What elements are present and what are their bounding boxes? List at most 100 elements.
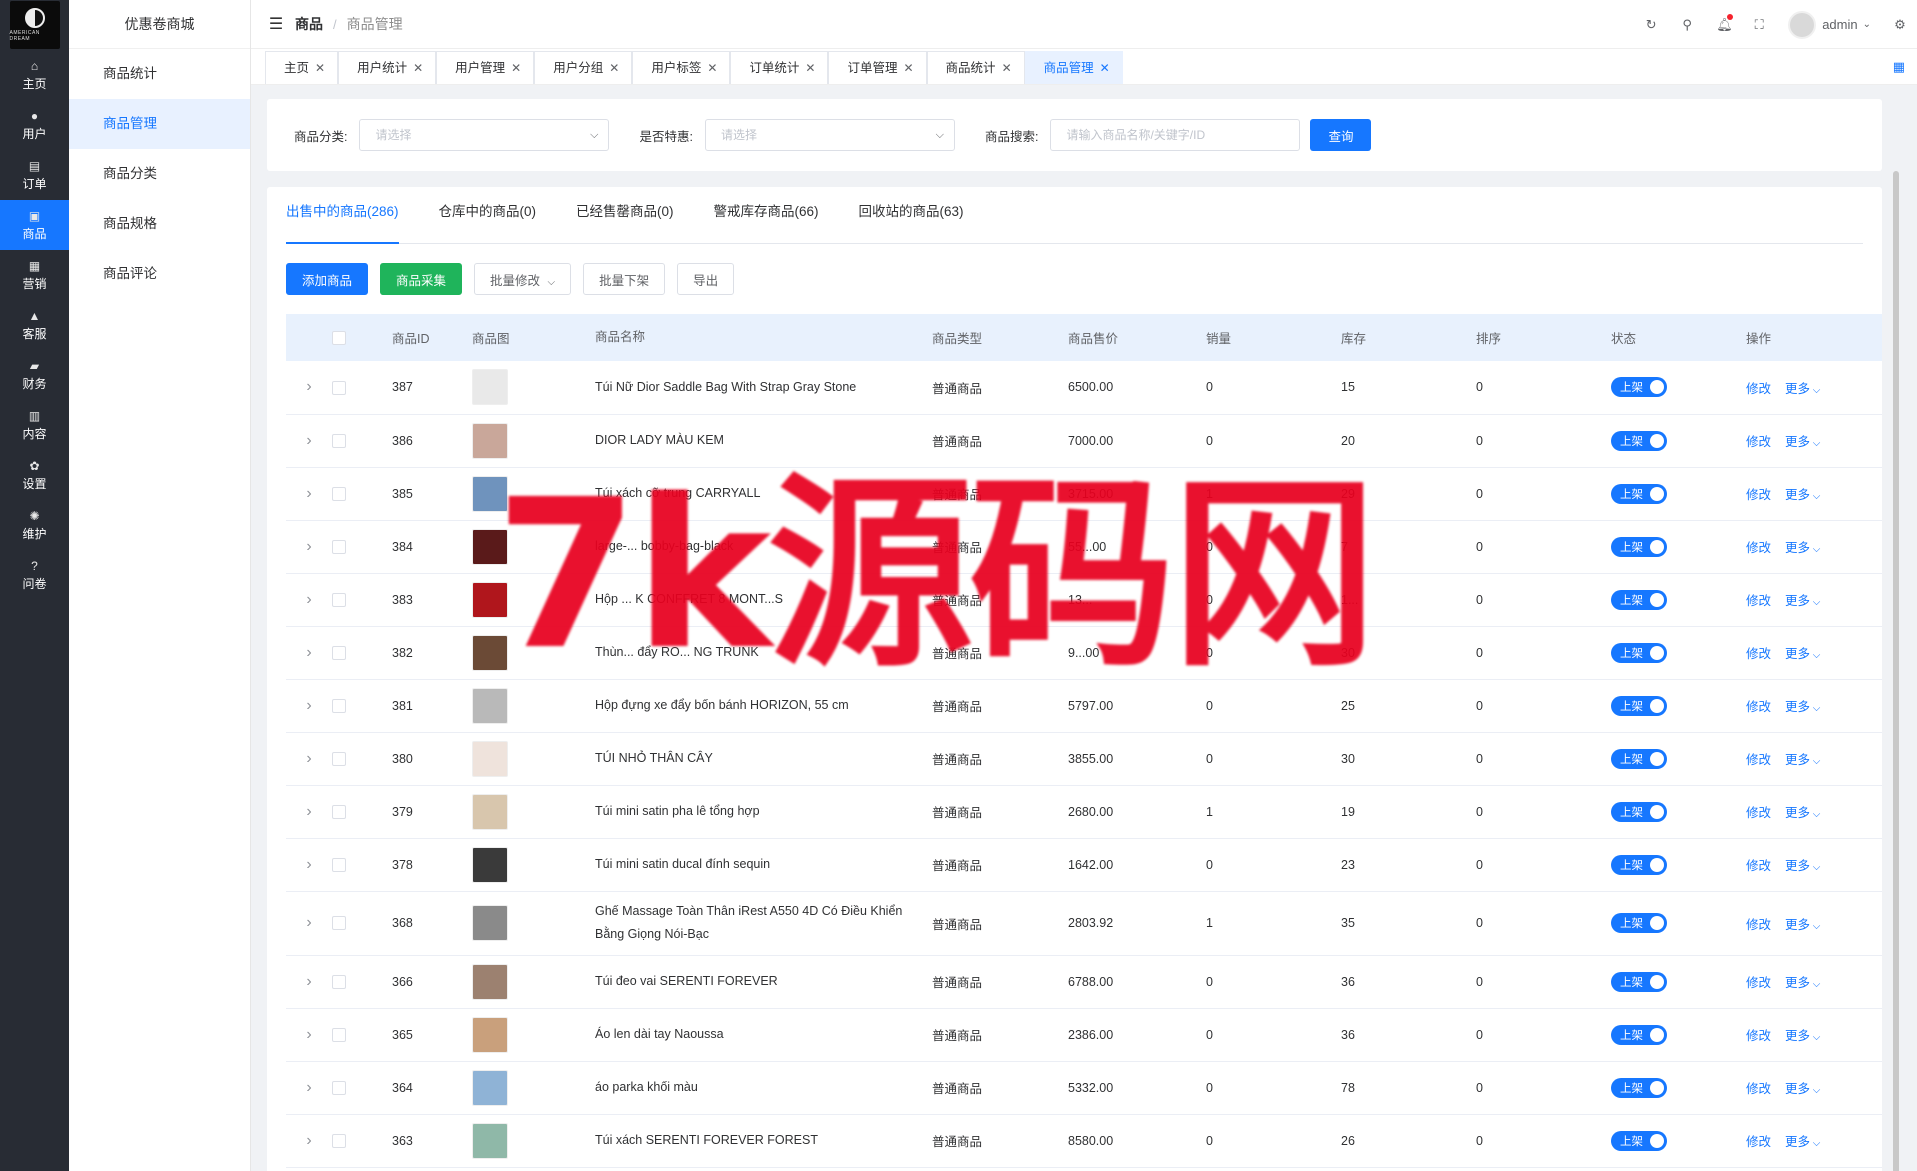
row-checkbox[interactable] xyxy=(332,1080,346,1095)
export-button[interactable]: 导出 xyxy=(677,263,735,295)
product-thumbnail[interactable] xyxy=(472,475,508,512)
more-dropdown[interactable]: 更多 ⌵ xyxy=(1785,700,1820,714)
batch-off-shelf-button[interactable]: 批量下架 xyxy=(583,263,666,295)
more-dropdown[interactable]: 更多 ⌵ xyxy=(1785,488,1820,502)
expand-chevron-icon[interactable]: › xyxy=(306,378,311,395)
page-tab[interactable]: 用户分组 ✕ xyxy=(534,51,633,84)
expand-chevron-icon[interactable]: › xyxy=(306,750,311,767)
on-shelf-toggle[interactable]: 上架 xyxy=(1611,483,1667,504)
row-checkbox[interactable] xyxy=(332,857,346,872)
sidebar-item[interactable]: 商品分类 xyxy=(69,149,250,199)
rail-item-home[interactable]: ⌂ 主页 xyxy=(0,50,69,100)
row-checkbox[interactable] xyxy=(332,751,346,766)
expand-chevron-icon[interactable]: › xyxy=(306,803,311,820)
more-dropdown[interactable]: 更多 ⌵ xyxy=(1785,435,1820,449)
row-checkbox[interactable] xyxy=(332,1133,346,1148)
app-logo[interactable]: AMERICAN DREAM xyxy=(9,0,60,50)
page-tab[interactable]: 订单统计 ✕ xyxy=(730,51,829,84)
row-checkbox[interactable] xyxy=(332,916,346,931)
product-thumbnail[interactable] xyxy=(472,740,508,777)
on-shelf-toggle[interactable]: 上架 xyxy=(1611,1024,1667,1045)
on-shelf-toggle[interactable]: 上架 xyxy=(1611,854,1667,875)
product-thumbnail[interactable] xyxy=(472,528,508,565)
more-dropdown[interactable]: 更多 ⌵ xyxy=(1785,1029,1820,1043)
status-tab[interactable]: 已经售罄商品(0) xyxy=(576,186,674,243)
more-dropdown[interactable]: 更多 ⌵ xyxy=(1785,806,1820,820)
rail-item-product[interactable]: ▣ 商品 xyxy=(0,200,69,250)
product-thumbnail[interactable] xyxy=(472,422,508,459)
expand-chevron-icon[interactable]: › xyxy=(306,856,311,873)
edit-link[interactable]: 修改 xyxy=(1746,918,1771,932)
row-checkbox[interactable] xyxy=(332,539,346,554)
expand-chevron-icon[interactable]: › xyxy=(306,697,311,714)
on-shelf-toggle[interactable]: 上架 xyxy=(1611,642,1667,663)
more-dropdown[interactable]: 更多 ⌵ xyxy=(1785,753,1820,767)
edit-link[interactable]: 修改 xyxy=(1746,806,1771,820)
query-button[interactable]: 查询 xyxy=(1310,119,1372,151)
page-tab[interactable]: 用户标签 ✕ xyxy=(632,51,731,84)
batch-edit-button[interactable]: 批量修改 ⌵ xyxy=(474,263,572,295)
more-dropdown[interactable]: 更多 ⌵ xyxy=(1785,382,1820,396)
row-checkbox[interactable] xyxy=(332,433,346,448)
sidebar-item[interactable]: 商品评论 xyxy=(69,249,250,299)
edit-link[interactable]: 修改 xyxy=(1746,1029,1771,1043)
close-icon[interactable]: ✕ xyxy=(805,61,815,75)
row-checkbox[interactable] xyxy=(332,1027,346,1042)
on-shelf-toggle[interactable]: 上架 xyxy=(1611,913,1667,933)
edit-link[interactable]: 修改 xyxy=(1746,1082,1771,1096)
edit-link[interactable]: 修改 xyxy=(1746,976,1771,990)
product-thumbnail[interactable] xyxy=(472,1016,508,1053)
edit-link[interactable]: 修改 xyxy=(1746,647,1771,661)
rail-item-content[interactable]: ▥ 内容 xyxy=(0,400,69,450)
refresh-icon[interactable]: ↻ xyxy=(1644,17,1658,33)
product-thumbnail[interactable] xyxy=(472,846,508,883)
more-dropdown[interactable]: 更多 ⌵ xyxy=(1785,918,1820,932)
row-checkbox[interactable] xyxy=(332,698,346,713)
close-icon[interactable]: ✕ xyxy=(707,61,717,75)
breadcrumb-root[interactable]: 商品 xyxy=(295,14,323,34)
page-tab[interactable]: 订单管理 ✕ xyxy=(828,51,927,84)
edit-link[interactable]: 修改 xyxy=(1746,488,1771,502)
row-checkbox[interactable] xyxy=(332,804,346,819)
on-shelf-toggle[interactable]: 上架 xyxy=(1611,1077,1667,1098)
page-tab[interactable]: 主页 ✕ xyxy=(265,51,339,84)
bell-icon[interactable]: 🔔︎ xyxy=(1716,13,1734,33)
rail-item-user[interactable]: ● 用户 xyxy=(0,100,69,150)
search-icon[interactable]: ⚲ xyxy=(1680,17,1694,33)
product-thumbnail[interactable] xyxy=(472,963,508,1000)
close-icon[interactable]: ✕ xyxy=(1100,61,1110,75)
edit-link[interactable]: 修改 xyxy=(1746,753,1771,767)
on-shelf-toggle[interactable]: 上架 xyxy=(1611,430,1667,451)
status-tab[interactable]: 警戒库存商品(66) xyxy=(714,186,819,243)
expand-chevron-icon[interactable]: › xyxy=(306,914,311,931)
edit-link[interactable]: 修改 xyxy=(1746,859,1771,873)
on-shelf-toggle[interactable]: 上架 xyxy=(1611,377,1667,398)
rail-item-survey[interactable]: ? 问卷 xyxy=(0,550,69,600)
more-dropdown[interactable]: 更多 ⌵ xyxy=(1785,1082,1820,1096)
edit-link[interactable]: 修改 xyxy=(1746,541,1771,555)
product-thumbnail[interactable] xyxy=(472,687,508,724)
product-search-input[interactable] xyxy=(1050,119,1301,151)
expand-chevron-icon[interactable]: › xyxy=(306,432,311,449)
rail-item-marketing[interactable]: ▦ 营销 xyxy=(0,250,69,300)
collapse-menu-icon[interactable]: ☰ xyxy=(251,14,295,34)
expand-chevron-icon[interactable]: › xyxy=(306,591,311,608)
more-dropdown[interactable]: 更多 ⌵ xyxy=(1785,976,1820,990)
user-menu[interactable]: admin ⌄ xyxy=(1788,10,1871,39)
page-scrollbar[interactable] xyxy=(1893,171,1899,1171)
row-checkbox[interactable] xyxy=(332,592,346,607)
product-thumbnail[interactable] xyxy=(472,634,508,671)
product-thumbnail[interactable] xyxy=(472,369,508,406)
expand-chevron-icon[interactable]: › xyxy=(306,644,311,661)
edit-link[interactable]: 修改 xyxy=(1746,382,1771,396)
sidebar-item[interactable]: 商品统计 xyxy=(69,49,250,99)
status-tab[interactable]: 仓库中的商品(0) xyxy=(439,186,537,243)
status-tab[interactable]: 回收站的商品(63) xyxy=(859,186,964,243)
tabs-menu-grid-icon[interactable]: ▦ xyxy=(1893,59,1905,75)
on-shelf-toggle[interactable]: 上架 xyxy=(1611,971,1667,992)
close-icon[interactable]: ✕ xyxy=(609,61,619,75)
more-dropdown[interactable]: 更多 ⌵ xyxy=(1785,541,1820,555)
product-thumbnail[interactable] xyxy=(472,1069,508,1106)
sidebar-item[interactable]: 商品管理 xyxy=(69,99,250,149)
row-checkbox[interactable] xyxy=(332,645,346,660)
